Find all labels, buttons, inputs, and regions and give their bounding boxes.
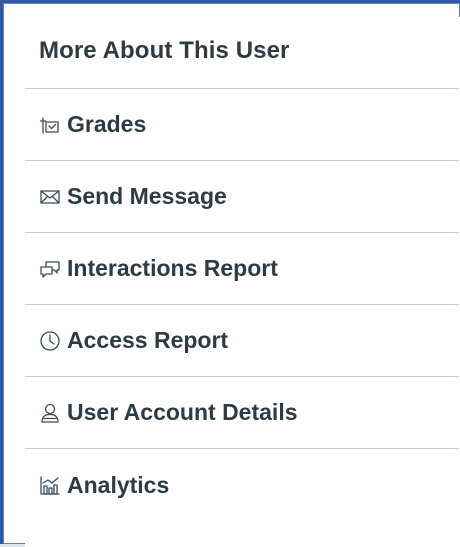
- menu-item-label: Access Report: [67, 327, 229, 353]
- menu-item-access-report[interactable]: Access Report: [25, 305, 459, 377]
- menu-item-analytics[interactable]: Analytics: [25, 449, 459, 521]
- menu-item-label: Send Message: [67, 183, 227, 209]
- chat-bubbles-icon: [39, 258, 61, 280]
- window-frame: More About This User Grades Send Message…: [0, 0, 460, 547]
- menu-item-send-message[interactable]: Send Message: [25, 161, 459, 233]
- menu-item-label: Grades: [67, 111, 147, 137]
- menu-item-grades[interactable]: Grades: [25, 89, 459, 161]
- user-menu-panel: More About This User Grades Send Message…: [25, 17, 460, 547]
- menu-item-label: User Account Details: [67, 399, 298, 425]
- envelope-icon: [39, 186, 61, 208]
- panel-header: More About This User: [25, 17, 459, 89]
- panel-title: More About This User: [39, 36, 290, 64]
- grades-icon: [39, 114, 61, 136]
- user-actions-menu: Grades Send Message Interactions Report …: [25, 89, 460, 521]
- menu-item-interactions-report[interactable]: Interactions Report: [25, 233, 459, 305]
- menu-item-label: Interactions Report: [67, 255, 278, 281]
- menu-item-user-account-details[interactable]: User Account Details: [25, 377, 459, 449]
- user-icon: [39, 402, 61, 424]
- clock-icon: [39, 330, 61, 352]
- analytics-icon: [39, 474, 61, 496]
- menu-item-label: Analytics: [67, 471, 170, 498]
